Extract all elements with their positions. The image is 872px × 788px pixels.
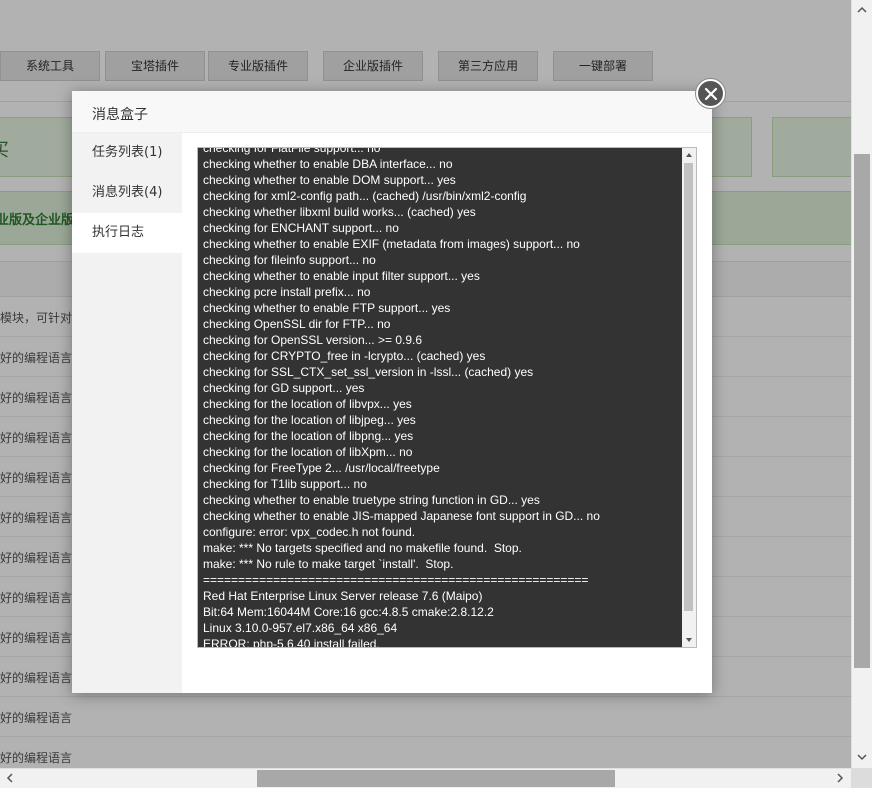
log-line: ERROR: php-5.6.40 install failed.: [203, 637, 380, 648]
log-line: checking for the location of libpng... y…: [203, 429, 414, 443]
log-line: checking for the location of libjpeg... …: [203, 413, 416, 427]
message-box-dialog: 消息盒子 任务列表(1) 消息列表(4) 执行日志 checking for F…: [72, 91, 712, 693]
sidebar-item-message-list[interactable]: 消息列表(4): [72, 173, 182, 213]
log-line: checking whether to enable DOM support..…: [203, 173, 456, 187]
log-line: make: *** No targets specified and no ma…: [203, 541, 522, 555]
log-line: checking for the location of libvpx... y…: [203, 397, 412, 411]
page-horizontal-scrollbar[interactable]: [0, 768, 851, 788]
log-scroll-thumb[interactable]: [684, 163, 693, 611]
log-line: checking whether to enable DBA interface…: [203, 157, 453, 171]
log-line: checking whether to enable EXIF (metadat…: [203, 237, 580, 251]
chevron-right-icon[interactable]: [834, 772, 846, 784]
log-line: checking for SSL_CTX_set_ssl_version in …: [203, 365, 534, 379]
log-text: checking for FlatFile support... no check…: [198, 147, 684, 648]
log-scrollbar[interactable]: [682, 148, 696, 647]
page-vscroll-thumb[interactable]: [854, 154, 870, 668]
log-line: configure: error: vpx_codec.h not found.: [203, 525, 416, 539]
log-line: Linux 3.10.0-957.el7.x86_64 x86_64: [203, 621, 398, 635]
log-line: checking pcre install prefix... no: [203, 285, 371, 299]
log-line: make: *** No rule to make target `instal…: [203, 557, 454, 571]
scrollbar-corner: [851, 768, 872, 788]
execution-log-console[interactable]: checking for FlatFile support... no check…: [197, 147, 697, 648]
log-line: ========================================…: [203, 573, 589, 587]
log-line: checking whether to enable truetype stri…: [203, 493, 540, 507]
dialog-header: 消息盒子: [72, 91, 712, 133]
log-line: checking for fileinfo support... no: [203, 253, 376, 267]
log-line: checking for the location of libXpm... n…: [203, 445, 413, 459]
log-line: checking for xml2-config path... (cached…: [203, 189, 527, 203]
log-line: checking for T1lib support... no: [203, 477, 367, 491]
log-line: Bit:64 Mem:16044M Core:16 gcc:4.8.5 cmak…: [203, 605, 494, 619]
chevron-down-icon[interactable]: [856, 751, 868, 763]
log-line: Red Hat Enterprise Linux Server release …: [203, 589, 483, 603]
log-line: checking whether to enable input filter …: [203, 269, 480, 283]
scroll-up-icon[interactable]: [682, 148, 696, 162]
page-hscroll-thumb[interactable]: [257, 770, 615, 787]
dialog-sidebar: 任务列表(1) 消息列表(4) 执行日志: [72, 133, 182, 693]
log-line: checking for CRYPTO_free in -lcrypto... …: [203, 349, 486, 363]
log-line: checking for GD support... yes: [203, 381, 365, 395]
log-line: checking OpenSSL dir for FTP... no: [203, 317, 391, 331]
sidebar-item-task-list[interactable]: 任务列表(1): [72, 133, 182, 173]
close-dialog-button[interactable]: [696, 79, 725, 108]
log-line: checking whether to enable FTP support..…: [203, 301, 451, 315]
log-line: checking for OpenSSL version... >= 0.9.6: [203, 333, 423, 347]
close-icon: [704, 87, 718, 101]
chevron-left-icon[interactable]: [4, 772, 16, 784]
log-line: checking for FreeType 2... /usr/local/fr…: [203, 461, 440, 475]
dialog-title: 消息盒子: [92, 107, 148, 123]
log-line: checking for ENCHANT support... no: [203, 221, 399, 235]
chevron-up-icon[interactable]: [856, 4, 868, 16]
log-line: checking whether libxml build works... (…: [203, 205, 476, 219]
sidebar-item-execution-log[interactable]: 执行日志: [72, 213, 182, 253]
scroll-down-icon[interactable]: [682, 633, 696, 647]
page-vertical-scrollbar[interactable]: [851, 0, 872, 768]
log-line: checking whether to enable JIS-mapped Ja…: [203, 509, 600, 523]
log-line: checking for FlatFile support... no: [203, 147, 381, 155]
